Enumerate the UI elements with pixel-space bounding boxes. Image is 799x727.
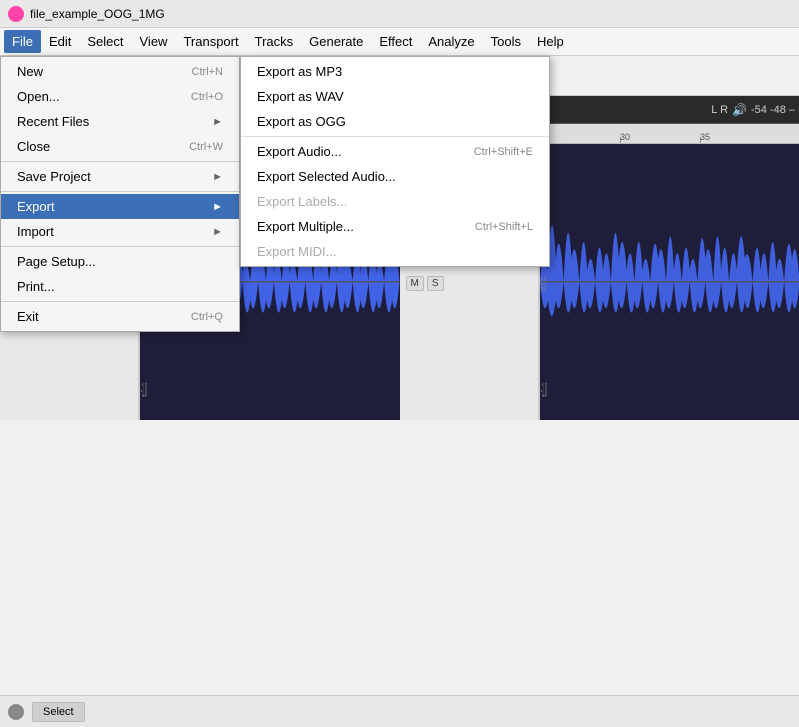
menu-sep-2 (1, 191, 239, 192)
file-import[interactable]: Import ► (1, 219, 239, 244)
menu-file[interactable]: File (4, 30, 41, 53)
volume-icon: 🔊 (732, 103, 747, 117)
menu-view[interactable]: View (132, 30, 176, 53)
file-open[interactable]: Open... Ctrl+O (1, 84, 239, 109)
ruler-tick-30: 30 (620, 124, 630, 143)
file-print[interactable]: Print... (1, 274, 239, 299)
file-new[interactable]: New Ctrl+N (1, 59, 239, 84)
file-save-project[interactable]: Save Project ► (1, 164, 239, 189)
menu-select[interactable]: Select (79, 30, 131, 53)
title-bar: file_example_OOG_1MG (0, 0, 799, 28)
svg-text:-1.0: -1.0 (540, 380, 546, 402)
export-sep-1 (241, 136, 549, 137)
menu-sep-3 (1, 246, 239, 247)
export-selected-audio[interactable]: Export Selected Audio... (241, 164, 549, 189)
menu-help[interactable]: Help (529, 30, 572, 53)
file-export[interactable]: Export ► (1, 194, 239, 219)
menu-sep-1 (1, 161, 239, 162)
file-close[interactable]: Close Ctrl+W (1, 134, 239, 159)
menu-edit[interactable]: Edit (41, 30, 79, 53)
export-submenu-dropdown: Export as MP3 Export as WAV Export as OG… (240, 56, 550, 267)
menu-generate[interactable]: Generate (301, 30, 371, 53)
track-2-waveform[interactable]: 1.0 0.0 -1.0 (540, 144, 799, 420)
select-status-btn[interactable]: Select (32, 702, 85, 722)
export-ogg[interactable]: Export as OGG (241, 109, 549, 134)
output-controls: L R 🔊 -54 -48 – (711, 103, 795, 117)
export-multiple[interactable]: Export Multiple... Ctrl+Shift+L (241, 214, 549, 239)
export-wav[interactable]: Export as WAV (241, 84, 549, 109)
lr-indicator: L R (711, 104, 728, 116)
menu-bar: File Edit Select View Transport Tracks G… (0, 28, 799, 56)
ruler-tick-35: 35 (700, 124, 710, 143)
app-icon (8, 6, 24, 22)
file-recent[interactable]: Recent Files ► (1, 109, 239, 134)
file-menu-dropdown: New Ctrl+N Open... Ctrl+O Recent Files ►… (0, 56, 240, 332)
svg-text:-1.0: -1.0 (141, 380, 147, 402)
menu-tracks[interactable]: Tracks (247, 30, 302, 53)
export-audio[interactable]: Export Audio... Ctrl+Shift+E (241, 139, 549, 164)
export-labels: Export Labels... (241, 189, 549, 214)
export-midi: Export MIDI... (241, 239, 549, 264)
app-title: file_example_OOG_1MG (30, 7, 165, 21)
menu-sep-4 (1, 301, 239, 302)
menu-analyze[interactable]: Analyze (420, 30, 482, 53)
menu-transport[interactable]: Transport (175, 30, 246, 53)
export-mp3[interactable]: Export as MP3 (241, 59, 549, 84)
db-indicator: -54 -48 – (751, 104, 795, 116)
file-exit[interactable]: Exit Ctrl+Q (1, 304, 239, 329)
track-2-solo-btn[interactable]: S (427, 276, 444, 291)
file-page-setup[interactable]: Page Setup... (1, 249, 239, 274)
menu-effect[interactable]: Effect (371, 30, 420, 53)
track-2-svg: 1.0 0.0 -1.0 (540, 144, 799, 420)
menu-tools[interactable]: Tools (483, 30, 529, 53)
track-2-mute-btn[interactable]: M (406, 276, 424, 291)
status-bar: Select (0, 695, 799, 727)
svg-text:0.0: 0.0 (540, 274, 545, 296)
record-indicator[interactable] (8, 704, 24, 720)
